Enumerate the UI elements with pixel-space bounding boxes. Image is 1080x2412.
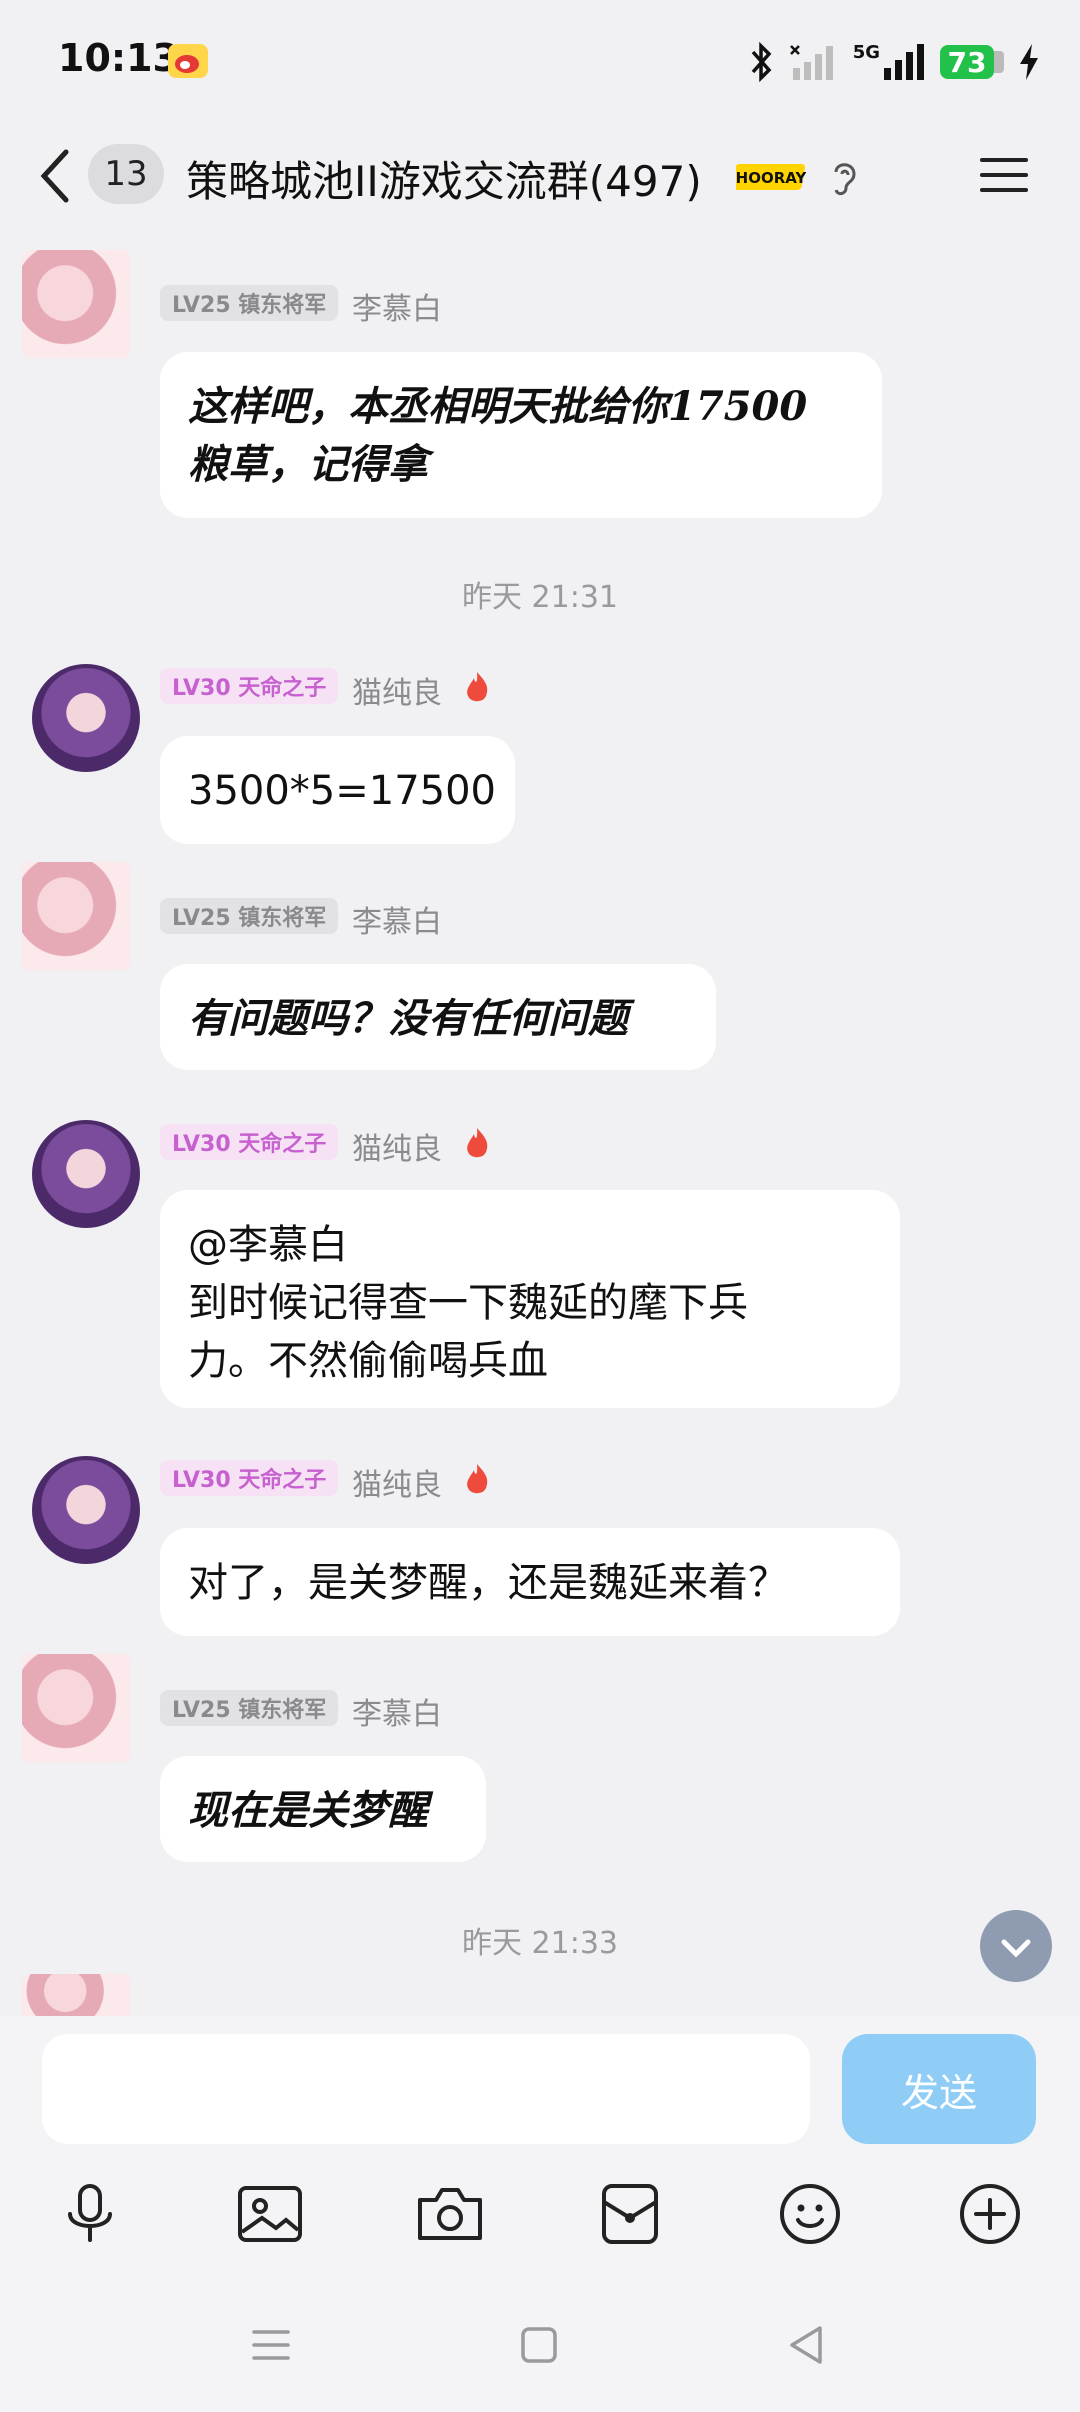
level-badge: LV25 镇东将军: [160, 285, 339, 321]
message-bubble[interactable]: 3500*5=17500: [160, 736, 515, 844]
plus-icon[interactable]: [952, 2176, 1028, 2252]
hooray-label: HOORAY: [736, 169, 806, 187]
scroll-to-bottom-button[interactable]: [980, 1910, 1052, 1982]
flame-icon: [467, 1464, 488, 1494]
weibo-icon: [168, 44, 208, 78]
chat-header: 13 策略城池II游戏交流群(497) HOORAY: [0, 120, 1080, 230]
chat-title[interactable]: 策略城池II游戏交流群(497): [186, 148, 702, 209]
level-badge: LV30 天命之子: [160, 668, 339, 704]
menu-icon[interactable]: [978, 150, 1030, 200]
send-button[interactable]: 发送: [842, 2034, 1036, 2144]
level-badge: LV30 天命之子: [160, 1124, 339, 1160]
flame-icon: [467, 672, 488, 702]
charging-icon: [1020, 44, 1038, 80]
message-input[interactable]: [42, 2034, 810, 2144]
red-packet-icon[interactable]: [592, 2176, 668, 2252]
status-icons: 5G 73: [749, 40, 1040, 84]
signal-sim1-icon: [789, 45, 833, 80]
sender-name[interactable]: 猫纯良: [352, 668, 442, 712]
message-bubble[interactable]: 这样吧，本丞相明天批给你17500 粮草，记得拿: [160, 352, 882, 518]
avatar[interactable]: [32, 664, 140, 772]
sender-name[interactable]: 猫纯良: [352, 1460, 442, 1504]
message-bubble[interactable]: @李慕白 到时候记得查一下魏延的麾下兵 力。不然偷偷喝兵血: [160, 1190, 900, 1408]
chevron-down-icon: [1001, 1939, 1031, 1958]
avatar[interactable]: [22, 250, 130, 358]
battery-level: 73: [940, 45, 994, 79]
sender-name[interactable]: 李慕白: [352, 284, 442, 328]
ear-mode-icon[interactable]: [826, 156, 860, 198]
flame-icon: [467, 1128, 488, 1158]
time-divider: 昨天 21:31: [462, 580, 618, 615]
hooray-sticker-icon: HOORAY: [736, 164, 806, 190]
home-icon[interactable]: [514, 2320, 564, 2370]
message-bubble[interactable]: 有问题吗？没有任何问题: [160, 964, 716, 1070]
camera-icon[interactable]: [412, 2176, 488, 2252]
signal-sim2-icon: [884, 44, 924, 80]
avatar[interactable]: [22, 1654, 130, 1762]
avatar[interactable]: [32, 1456, 140, 1564]
sender-name[interactable]: 李慕白: [352, 897, 442, 941]
recent-apps-icon[interactable]: [246, 2320, 296, 2370]
network-label: 5G: [852, 42, 880, 63]
sender-name[interactable]: 李慕白: [352, 1689, 442, 1733]
level-badge: LV25 镇东将军: [160, 1690, 339, 1726]
level-badge: LV30 天命之子: [160, 1460, 339, 1496]
avatar[interactable]: [22, 1974, 130, 2016]
avatar[interactable]: [32, 1120, 140, 1228]
clock: 10:13: [58, 36, 179, 80]
emoji-icon[interactable]: [772, 2176, 848, 2252]
battery-tip: [994, 51, 1004, 73]
message-bubble[interactable]: 现在是关梦醒: [160, 1756, 486, 1862]
sender-name[interactable]: 猫纯良: [352, 1124, 442, 1168]
bluetooth-icon: [751, 42, 772, 82]
back-nav-icon[interactable]: [782, 2320, 832, 2370]
battery-indicator: 73: [940, 45, 1004, 79]
level-badge: LV25 镇东将军: [160, 898, 339, 934]
network-type: 5G: [853, 42, 926, 82]
system-nav-bar: [0, 2290, 1080, 2412]
message-bubble[interactable]: 对了，是关梦醒，还是魏延来着？: [160, 1528, 900, 1636]
status-bar: 10:13 5G 73: [0, 0, 1080, 120]
avatar[interactable]: [22, 862, 130, 970]
image-icon[interactable]: [232, 2176, 308, 2252]
microphone-icon[interactable]: [52, 2176, 128, 2252]
back-icon[interactable]: [36, 146, 76, 206]
time-divider: 昨天 21:33: [462, 1926, 618, 1961]
unread-count-badge[interactable]: 13: [88, 144, 164, 204]
